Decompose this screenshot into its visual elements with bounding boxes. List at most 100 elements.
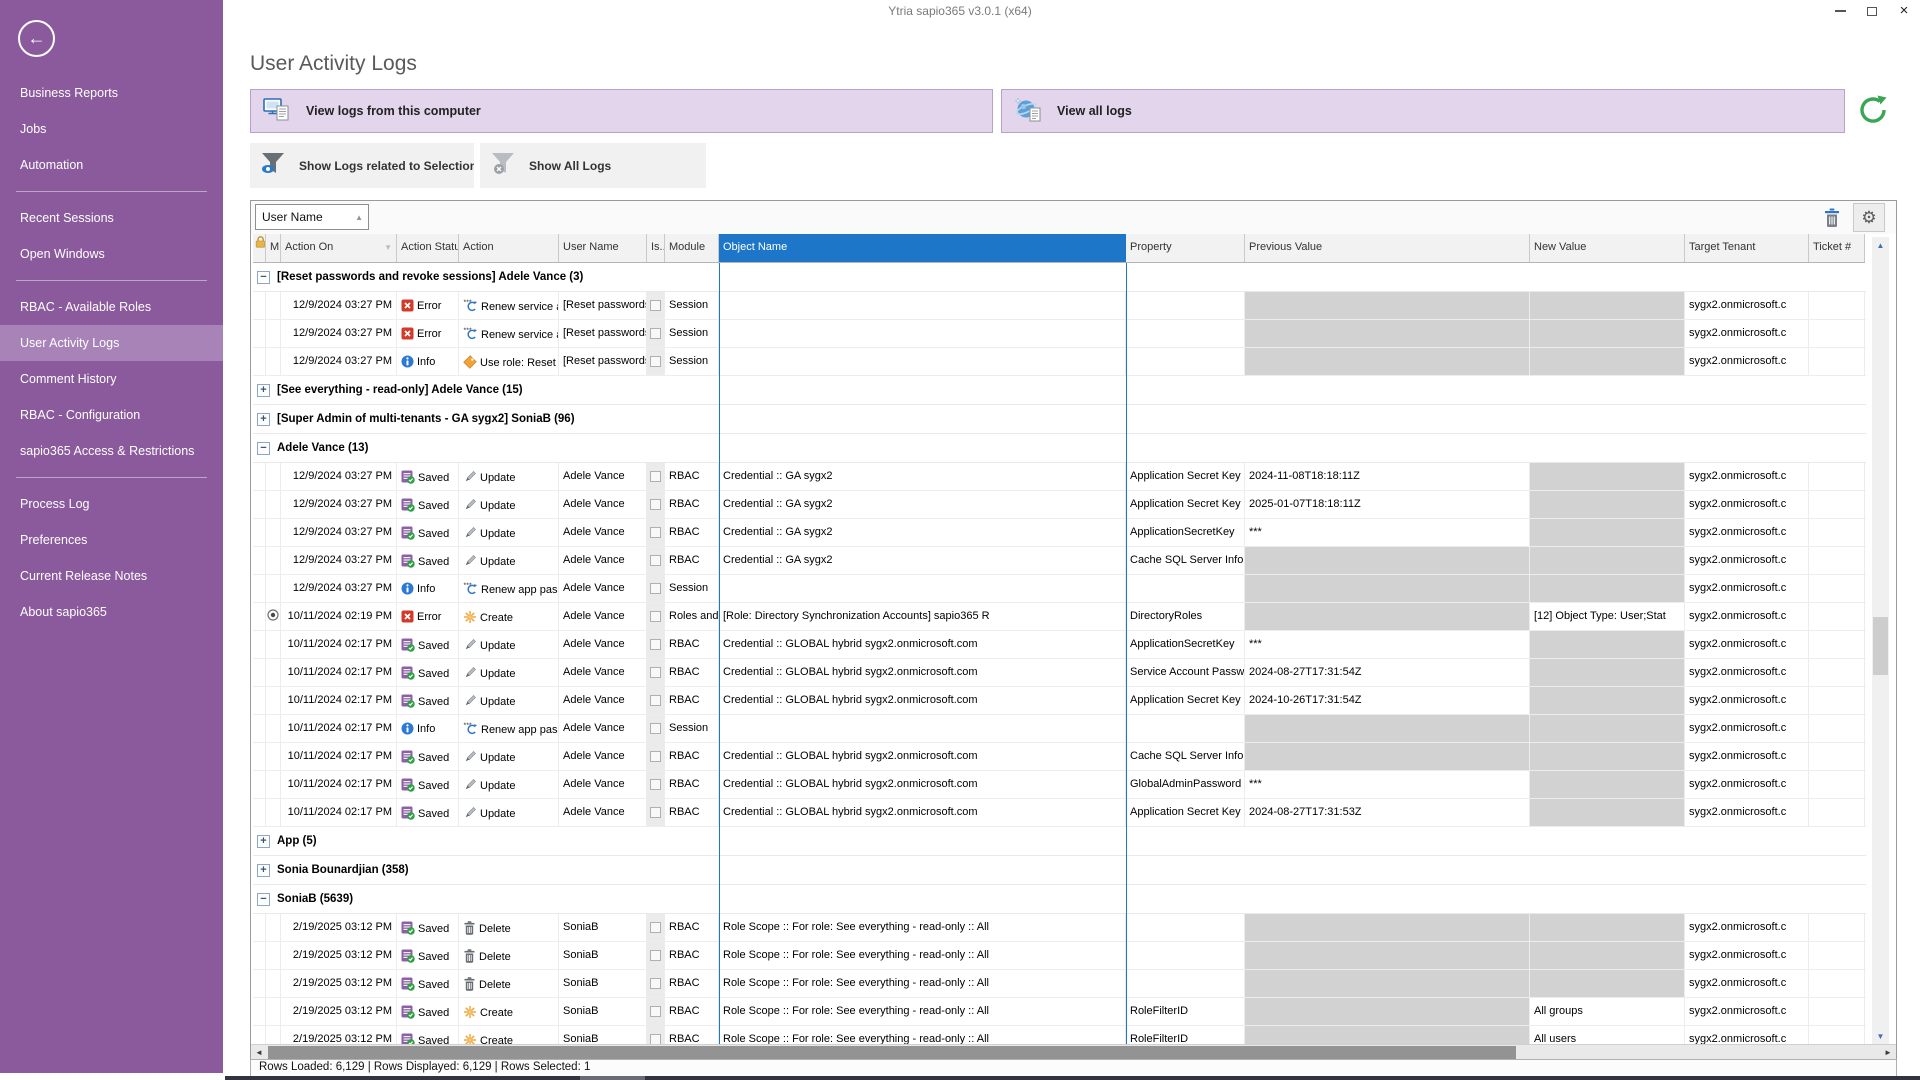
show-related-logs-button[interactable]: Show Logs related to Selection	[250, 143, 474, 188]
column-header-prev[interactable]: Previous Value	[1245, 234, 1530, 262]
table-row[interactable]: 12/9/2024 03:27 PMInfo***Renew app passw…	[253, 575, 1866, 603]
column-header-new[interactable]: New Value	[1530, 234, 1685, 262]
collapse-group-icon[interactable]: −	[257, 271, 270, 284]
sidebar-item-open-windows[interactable]: Open Windows	[0, 236, 223, 272]
table-row[interactable]: 2/19/2025 03:12 PMSavedDeleteSoniaBRBACR…	[253, 942, 1866, 970]
group-row[interactable]: −[Reset passwords and revoke sessions] A…	[253, 263, 1866, 292]
table-row[interactable]: 2/19/2025 03:12 PMSavedDeleteSoniaBRBACR…	[253, 914, 1866, 942]
is-checkbox[interactable]	[650, 779, 661, 790]
column-header-m[interactable]: M.	[266, 234, 281, 262]
scroll-left-button[interactable]: ◄	[251, 1045, 267, 1060]
table-row[interactable]: 10/11/2024 02:17 PMSavedUpdateAdele Vanc…	[253, 743, 1866, 771]
table-row[interactable]: 12/9/2024 03:27 PMInfoUse role: Reset pa…	[253, 348, 1866, 376]
scroll-up-button[interactable]: ▲	[1872, 237, 1889, 253]
is-checkbox[interactable]	[650, 978, 661, 989]
is-checkbox[interactable]	[650, 807, 661, 818]
column-header-tenant[interactable]: Target Tenant	[1685, 234, 1809, 262]
table-row[interactable]: 2/19/2025 03:12 PMSavedDeleteSoniaBRBACR…	[253, 970, 1866, 998]
refresh-button[interactable]	[1853, 90, 1893, 130]
sidebar-item-jobs[interactable]: Jobs	[0, 111, 223, 147]
back-button[interactable]: ←	[18, 20, 55, 57]
sidebar-item-comment-history[interactable]: Comment History	[0, 361, 223, 397]
sidebar-item-preferences[interactable]: Preferences	[0, 522, 223, 558]
is-checkbox[interactable]	[650, 555, 661, 566]
column-header-on[interactable]: Action On▼	[281, 234, 397, 262]
table-row[interactable]: 2/19/2025 03:12 PMSavedCreateSoniaBRBACR…	[253, 1026, 1866, 1044]
is-checkbox[interactable]	[650, 328, 661, 339]
sidebar-item-rbac-configuration[interactable]: RBAC - Configuration	[0, 397, 223, 433]
group-row[interactable]: −Adele Vance (13)	[253, 434, 1866, 463]
table-row[interactable]: 10/11/2024 02:19 PMErrorCreateAdele Vanc…	[253, 603, 1866, 631]
table-row[interactable]: 10/11/2024 02:17 PMSavedUpdateAdele Vanc…	[253, 771, 1866, 799]
table-row[interactable]: 10/11/2024 02:17 PMInfo***Renew app pass…	[253, 715, 1866, 743]
maximize-button[interactable]	[1864, 3, 1880, 19]
table-row[interactable]: 12/9/2024 03:27 PMSavedUpdateAdele Vance…	[253, 463, 1866, 491]
collapse-group-icon[interactable]: −	[257, 893, 270, 906]
vertical-scroll-thumb[interactable]	[1873, 617, 1888, 675]
minimize-button[interactable]	[1832, 3, 1848, 19]
column-header-ticket[interactable]: Ticket #	[1809, 234, 1865, 262]
is-checkbox[interactable]	[650, 723, 661, 734]
view-all-logs-button[interactable]: View all logs	[1001, 89, 1845, 133]
table-row[interactable]: 10/11/2024 02:17 PMSavedUpdateAdele Vanc…	[253, 631, 1866, 659]
table-row[interactable]: 12/9/2024 03:27 PMSavedUpdateAdele Vance…	[253, 491, 1866, 519]
is-checkbox[interactable]	[650, 667, 661, 678]
sidebar-item-about-sapio365[interactable]: About sapio365	[0, 594, 223, 630]
is-checkbox[interactable]	[650, 950, 661, 961]
table-row[interactable]: 10/11/2024 02:17 PMSavedUpdateAdele Vanc…	[253, 659, 1866, 687]
table-row[interactable]: 10/11/2024 02:17 PMSavedUpdateAdele Vanc…	[253, 799, 1866, 827]
group-row[interactable]: +App (5)	[253, 827, 1866, 856]
is-checkbox[interactable]	[650, 922, 661, 933]
table-row[interactable]: 12/9/2024 03:27 PMSavedUpdateAdele Vance…	[253, 547, 1866, 575]
is-checkbox[interactable]	[650, 583, 661, 594]
is-checkbox[interactable]	[650, 300, 661, 311]
sidebar-item-automation[interactable]: Automation	[0, 147, 223, 183]
group-by-combo[interactable]: User Name ▲	[255, 204, 369, 230]
is-checkbox[interactable]	[650, 527, 661, 538]
sidebar-item-current-release-notes[interactable]: Current Release Notes	[0, 558, 223, 594]
collapse-group-icon[interactable]: −	[257, 442, 270, 455]
is-checkbox[interactable]	[650, 1034, 661, 1044]
expand-group-icon[interactable]: +	[257, 835, 270, 848]
horizontal-scrollbar[interactable]: ◄ ►	[251, 1044, 1896, 1060]
scroll-down-button[interactable]: ▼	[1872, 1028, 1889, 1044]
is-checkbox[interactable]	[650, 1006, 661, 1017]
is-checkbox[interactable]	[650, 695, 661, 706]
is-checkbox[interactable]	[650, 356, 661, 367]
is-checkbox[interactable]	[650, 751, 661, 762]
column-header-status[interactable]: Action Status	[397, 234, 459, 262]
sidebar-item-process-log[interactable]: Process Log	[0, 486, 223, 522]
column-header-property[interactable]: Property	[1126, 234, 1245, 262]
sidebar-item-business-reports[interactable]: Business Reports	[0, 75, 223, 111]
is-checkbox[interactable]	[650, 639, 661, 650]
table-row[interactable]: 12/9/2024 03:27 PMError***Renew service …	[253, 292, 1866, 320]
is-checkbox[interactable]	[650, 471, 661, 482]
sidebar-item-user-activity-logs[interactable]: User Activity Logs	[0, 325, 223, 361]
column-header-is[interactable]: Is...	[647, 234, 665, 262]
group-row[interactable]: −SoniaB (5639)	[253, 885, 1866, 914]
column-header-module[interactable]: Module	[665, 234, 719, 262]
expand-group-icon[interactable]: +	[257, 413, 270, 426]
group-row[interactable]: +[Super Admin of multi-tenants - GA sygx…	[253, 405, 1866, 434]
grid-settings-button[interactable]: ⚙	[1853, 203, 1885, 232]
view-logs-local-button[interactable]: View logs from this computer	[250, 89, 993, 133]
horizontal-scroll-thumb[interactable]	[268, 1046, 1516, 1059]
expand-group-icon[interactable]: +	[257, 864, 270, 877]
group-row[interactable]: +[See everything - read-only] Adele Vanc…	[253, 376, 1866, 405]
is-checkbox[interactable]	[650, 611, 661, 622]
sidebar-item-recent-sessions[interactable]: Recent Sessions	[0, 200, 223, 236]
column-header-user[interactable]: User Name	[559, 234, 647, 262]
column-header-lock[interactable]	[253, 234, 266, 262]
table-row[interactable]: 10/11/2024 02:17 PMSavedUpdateAdele Vanc…	[253, 687, 1866, 715]
table-row[interactable]: 2/19/2025 03:12 PMSavedCreateSoniaBRBACR…	[253, 998, 1866, 1026]
vertical-scrollbar[interactable]: ▲ ▼	[1872, 237, 1889, 1044]
table-row[interactable]: 12/9/2024 03:27 PMSavedUpdateAdele Vance…	[253, 519, 1866, 547]
sidebar-item-rbac-available-roles[interactable]: RBAC - Available Roles	[0, 289, 223, 325]
column-header-action[interactable]: Action	[459, 234, 559, 262]
delete-logs-button[interactable]	[1819, 205, 1845, 231]
column-header-object[interactable]: Object Name	[719, 234, 1126, 262]
show-all-logs-button[interactable]: Show All Logs	[480, 143, 706, 188]
close-button[interactable]: ×	[1896, 3, 1912, 19]
table-row[interactable]: 12/9/2024 03:27 PMError***Renew service …	[253, 320, 1866, 348]
scroll-right-button[interactable]: ►	[1880, 1045, 1896, 1060]
